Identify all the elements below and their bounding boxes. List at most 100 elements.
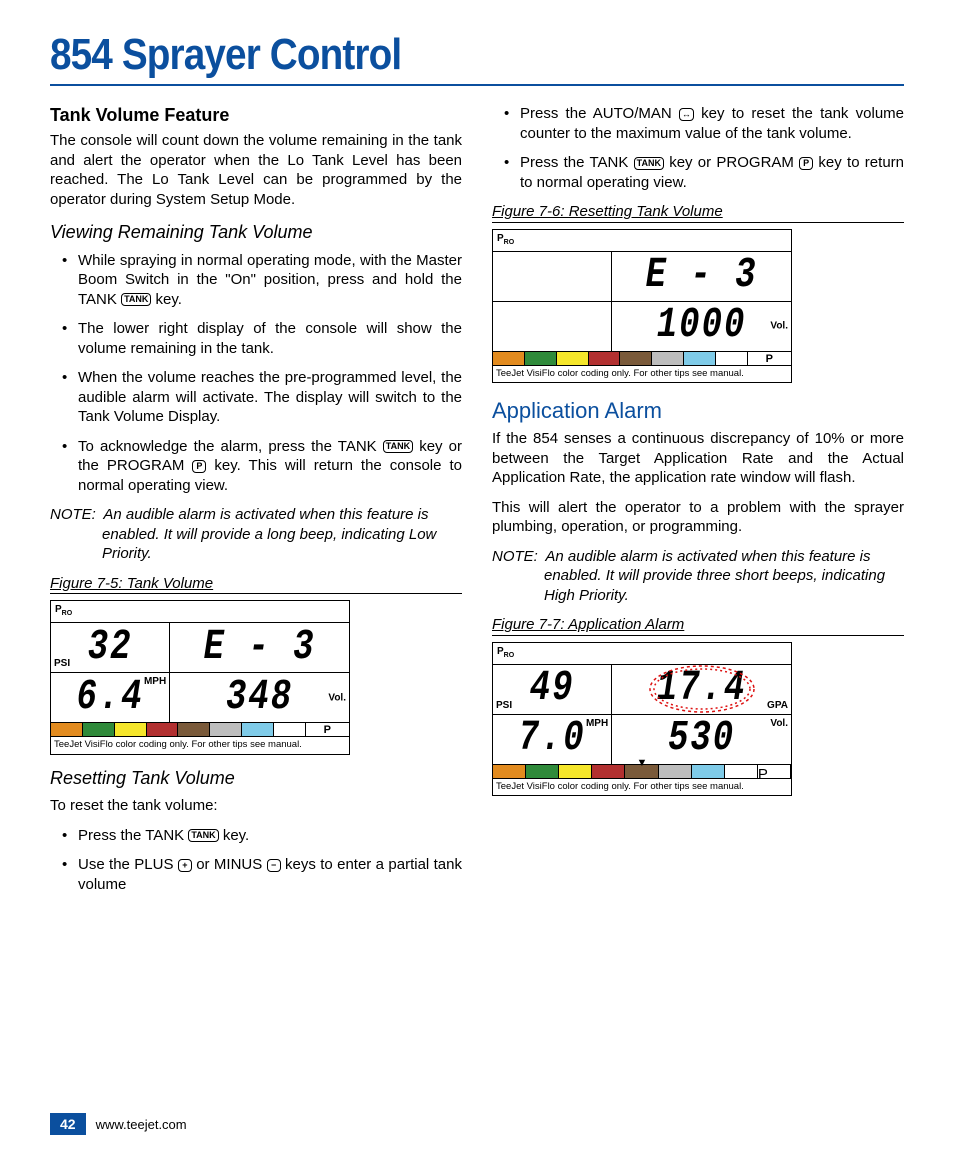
seg-value: E - 3 xyxy=(646,248,758,303)
note: NOTE: An audible alarm is activated when… xyxy=(50,505,462,564)
note: NOTE: An audible alarm is activated when… xyxy=(492,547,904,606)
page-title: 854 Sprayer Control xyxy=(50,30,802,80)
list-item: Press the AUTO/MAN ↔ key to reset the ta… xyxy=(520,104,904,143)
plus-key-icon: + xyxy=(178,859,192,872)
note-text: An audible alarm is activated when this … xyxy=(544,548,885,604)
paragraph: The console will count down the volume r… xyxy=(50,131,462,209)
automan-key-icon: ↔ xyxy=(679,108,694,121)
text: key. xyxy=(151,291,182,308)
bullet-list: Press the AUTO/MAN ↔ key to reset the ta… xyxy=(492,104,904,192)
pro-icon: P xyxy=(55,604,62,615)
seg-value: 32 xyxy=(88,620,133,675)
seg-value: 6.4 xyxy=(76,670,143,725)
seg-value: 17.4 xyxy=(657,662,747,717)
lcd-cell-vol: Vol. 1000 xyxy=(612,302,791,351)
p-indicator: P xyxy=(758,765,791,778)
lcd-footnote: TeeJet VisiFlo color coding only. For ot… xyxy=(493,366,791,382)
figure-7-6-console: PRO E - 3 Vol. 1000 P TeeJet VisiFlo col… xyxy=(492,229,792,383)
text: key or PROGRAM xyxy=(664,154,799,171)
lcd-cell-mode: E - 3 xyxy=(612,252,791,301)
seg-value: 348 xyxy=(226,670,293,725)
list-item: While spraying in normal operating mode,… xyxy=(78,251,462,310)
p-indicator: P xyxy=(748,352,791,365)
heading-resetting-tank-volume: Resetting Tank Volume xyxy=(50,767,462,790)
paragraph: This will alert the operator to a proble… xyxy=(492,498,904,537)
unit-vol: Vol. xyxy=(328,691,346,704)
paragraph: To reset the tank volume: xyxy=(50,796,462,816)
text: To acknowledge the alarm, press the TANK xyxy=(78,438,383,455)
heading-application-alarm: Application Alarm xyxy=(492,397,904,426)
tank-key-icon: TANK xyxy=(634,157,664,170)
seg-value: 49 xyxy=(530,662,575,717)
list-item: The lower right display of the console w… xyxy=(78,319,462,358)
color-bars: P ▼ xyxy=(493,765,791,779)
note-text: An audible alarm is activated when this … xyxy=(102,506,436,562)
figure-caption-7-6: Figure 7-6: Resetting Tank Volume xyxy=(492,202,904,223)
lcd-cell-blank xyxy=(493,302,612,351)
tank-key-icon: TANK xyxy=(188,829,218,842)
lcd-cell-mph: MPH 7.0 xyxy=(493,715,612,764)
pro-sub: RO xyxy=(504,239,515,246)
heading-tank-volume-feature: Tank Volume Feature xyxy=(50,104,462,127)
pro-sub: RO xyxy=(504,652,515,659)
bullet-list: While spraying in normal operating mode,… xyxy=(50,251,462,496)
lcd-cell-gpa: GPA 17.4 xyxy=(612,665,791,714)
list-item: When the volume reaches the pre-programm… xyxy=(78,368,462,427)
seg-value: 1000 xyxy=(657,298,747,353)
unit-psi: PSI xyxy=(54,657,70,670)
minus-key-icon: − xyxy=(267,859,281,872)
text: Press the TANK xyxy=(78,827,188,844)
tank-key-icon: TANK xyxy=(383,440,413,453)
figure-7-5-console: PRO PSI 32 E - 3 MPH 6.4 Vol. 348 xyxy=(50,600,350,754)
text: Press the AUTO/MAN xyxy=(520,105,679,122)
pro-sub: RO xyxy=(62,610,73,617)
figure-caption-7-7: Figure 7-7: Application Alarm xyxy=(492,615,904,636)
heading-viewing-remaining: Viewing Remaining Tank Volume xyxy=(50,221,462,244)
unit-vol: Vol. xyxy=(770,717,788,730)
lcd-footnote: TeeJet VisiFlo color coding only. For ot… xyxy=(493,779,791,795)
text: key. xyxy=(219,827,250,844)
figure-7-7-console: PRO PSI 49 GPA 17.4 xyxy=(492,642,792,796)
bullet-list: Press the TANK TANK key. Use the PLUS + … xyxy=(50,826,462,895)
note-label: NOTE: xyxy=(492,548,545,565)
pro-icon: P xyxy=(497,233,504,244)
list-item: Use the PLUS + or MINUS − keys to enter … xyxy=(78,855,462,894)
two-column-layout: Tank Volume Feature The console will cou… xyxy=(50,104,904,904)
lcd-cell-blank xyxy=(493,252,612,301)
lcd-footnote: TeeJet VisiFlo color coding only. For ot… xyxy=(51,737,349,753)
lcd-cell-mode: E - 3 xyxy=(170,623,349,672)
text: or MINUS xyxy=(192,856,267,873)
list-item: Press the TANK TANK key or PROGRAM P key… xyxy=(520,153,904,192)
unit-mph: MPH xyxy=(586,717,608,730)
page-footer: 42 www.teejet.com xyxy=(50,1113,187,1135)
seg-value: E - 3 xyxy=(204,620,316,675)
pointer-icon: ▼ xyxy=(637,756,648,770)
tank-key-icon: TANK xyxy=(121,293,151,306)
unit-mph: MPH xyxy=(144,675,166,688)
text: Press the TANK xyxy=(520,154,634,171)
figure-caption-7-5: Figure 7-5: Tank Volume xyxy=(50,574,462,595)
pro-icon: P xyxy=(497,646,504,657)
title-rule xyxy=(50,84,904,86)
paragraph: If the 854 senses a continuous discrepan… xyxy=(492,429,904,488)
unit-gpa: GPA xyxy=(767,699,788,712)
lcd-cell-psi: PSI 32 xyxy=(51,623,170,672)
note-label: NOTE: xyxy=(50,506,103,523)
left-column: Tank Volume Feature The console will cou… xyxy=(50,104,462,904)
program-key-icon: P xyxy=(799,157,813,170)
unit-psi: PSI xyxy=(496,699,512,712)
footer-url: www.teejet.com xyxy=(96,1117,187,1132)
unit-vol: Vol. xyxy=(770,320,788,333)
lcd-cell-mph: MPH 6.4 xyxy=(51,673,170,722)
program-key-icon: P xyxy=(192,460,206,473)
lcd-cell-vol: Vol. 348 xyxy=(170,673,349,722)
list-item: To acknowledge the alarm, press the TANK… xyxy=(78,437,462,496)
seg-value: 530 xyxy=(668,712,735,767)
seg-value: 7.0 xyxy=(518,712,585,767)
list-item: Press the TANK TANK key. xyxy=(78,826,462,846)
text: Use the PLUS xyxy=(78,856,178,873)
right-column: Press the AUTO/MAN ↔ key to reset the ta… xyxy=(492,104,904,904)
lcd-cell-psi: PSI 49 xyxy=(493,665,612,714)
p-indicator: P xyxy=(306,723,349,736)
page-number: 42 xyxy=(50,1113,86,1135)
